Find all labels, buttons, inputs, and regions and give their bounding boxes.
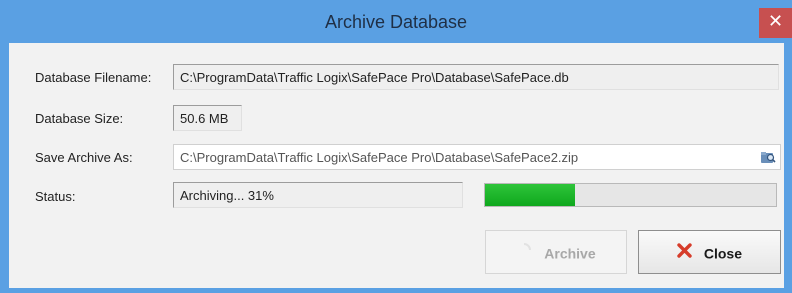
save-archive-input[interactable]: C:\ProgramData\Traffic Logix\SafePace Pr… [173, 144, 781, 170]
dialog-body: Database Filename: C:\ProgramData\Traffi… [9, 43, 784, 288]
database-size-label: Database Size: [35, 111, 124, 126]
close-icon: ✕ [767, 11, 784, 32]
window-close-button[interactable]: ✕ [759, 8, 792, 38]
database-size-field: 50.6 MB [173, 105, 242, 131]
database-size-value: 50.6 MB [180, 111, 229, 126]
status-label: Status: [35, 189, 76, 204]
archive-button-label: Archive [544, 245, 596, 262]
database-filename-field: C:\ProgramData\Traffic Logix\SafePace Pr… [173, 64, 779, 90]
close-button-label: Close [703, 245, 742, 262]
window-title: Archive Database [324, 12, 468, 32]
folder-search-icon[interactable] [760, 149, 776, 165]
save-archive-label: Save Archive As: [35, 150, 133, 165]
database-filename-label: Database Filename: [35, 70, 152, 85]
status-field: Archiving... 31% [173, 182, 463, 208]
database-filename-value: C:\ProgramData\Traffic Logix\SafePace Pr… [180, 70, 569, 85]
status-value: Archiving... 31% [180, 188, 274, 203]
archive-button[interactable]: Archive [485, 230, 627, 274]
archive-progress-bar [484, 183, 777, 207]
save-archive-value: C:\ProgramData\Traffic Logix\SafePace Pr… [180, 150, 579, 165]
close-button[interactable]: Close [638, 230, 781, 274]
spinner-icon [516, 232, 532, 274]
archive-progress-fill [485, 184, 576, 206]
title-bar[interactable]: Archive Database ✕ [0, 0, 792, 42]
archive-database-window: Archive Database ✕ Database Filename: C:… [0, 0, 792, 293]
red-x-icon [677, 232, 692, 274]
